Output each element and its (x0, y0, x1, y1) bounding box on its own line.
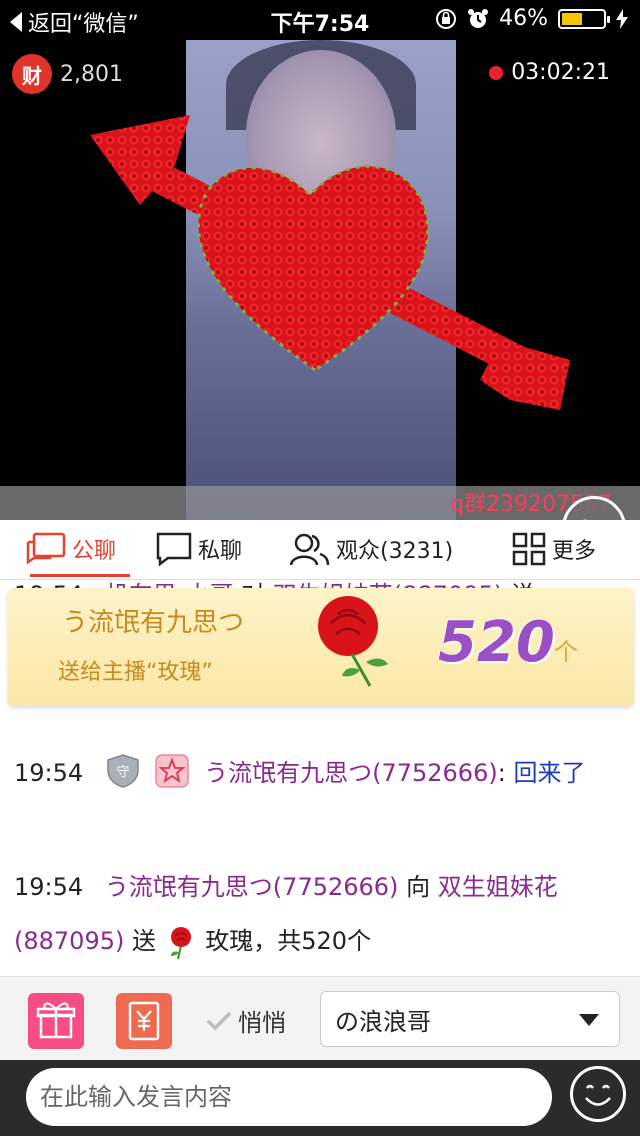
tab-more-label: 更多 (552, 539, 597, 564)
live-video-area: 返回“微信” 下午7:54 46% 财 2,801 03:02:21 q群239… (0, 0, 640, 520)
recipient-selected: の浪浪哥 (335, 1007, 431, 1036)
public-chat-icon (26, 532, 66, 565)
message-input-bar (0, 1060, 640, 1136)
chat-message: 19:54 う流氓有九思つ(7752666) 向 双生姐妹花(887095) 送… (14, 860, 620, 968)
battery-percent: 46% (499, 6, 548, 31)
orientation-lock-icon (436, 8, 457, 29)
tab-audience[interactable]: 观众(3231) (290, 532, 453, 566)
fortune-counter[interactable]: 财 2,801 (12, 54, 123, 94)
red-packet-yuan-icon (128, 1001, 160, 1041)
recording-time: 03:02:21 (511, 60, 610, 85)
bottom-controls: 悄悄 の浪浪哥 (0, 976, 640, 1060)
message-colon: : (497, 759, 506, 787)
message-input[interactable] (26, 1068, 552, 1126)
charging-bolt-icon (616, 8, 628, 29)
whisper-label: 悄悄 (238, 1009, 286, 1037)
grid-icon (512, 532, 546, 566)
guardian-shield-icon: 守 (107, 754, 139, 788)
tab-public-chat-label: 公聊 (72, 539, 117, 564)
live-duration: 03:02:21 (489, 60, 610, 85)
recording-dot-icon (489, 65, 504, 80)
tab-private-chat-label: 私聊 (198, 539, 243, 564)
gift-box-icon (36, 1002, 76, 1039)
private-chat-icon (156, 532, 192, 566)
tab-private-chat[interactable]: 私聊 (156, 532, 242, 566)
tab-audience-label: 观众(3231) (336, 539, 454, 564)
gift-action: 送给主播“玫瑰” (58, 660, 213, 685)
active-tab-indicator (30, 574, 130, 577)
vip-star-icon (155, 754, 190, 788)
sender-nickname[interactable]: う流氓有九思つ(7752666) (204, 759, 498, 787)
gift-banner: う流氓有九思つ 送给主播“玫瑰” 520 个 (8, 588, 634, 706)
heart-arrow-gift-animation (90, 115, 570, 410)
fortune-badge-icon: 财 (12, 54, 52, 94)
gift-text: 玫瑰，共520个 (205, 927, 372, 955)
fortune-count: 2,801 (60, 61, 123, 87)
emoji-button[interactable] (570, 1066, 626, 1122)
message-time: 19:54 (14, 873, 84, 901)
message-verb: 送 (131, 927, 156, 955)
svg-text:守: 守 (116, 765, 129, 780)
recipient-select[interactable]: の浪浪哥 (320, 991, 620, 1047)
status-bar: 返回“微信” 下午7:54 46% (0, 0, 640, 40)
gift-sender: う流氓有九思つ (62, 608, 245, 638)
audience-icon (290, 533, 330, 566)
smiley-icon (585, 1084, 611, 1106)
message-text: 回来了 (513, 759, 586, 787)
battery-icon (558, 8, 610, 29)
status-icons: 46% (435, 6, 628, 31)
checkmark-icon (206, 1011, 232, 1030)
dropdown-arrow-icon (579, 1014, 599, 1026)
chat-message: 19:54 守 う流氓有九思つ(7752666): 回来了 (14, 746, 620, 800)
whisper-toggle[interactable]: 悄悄 (206, 1003, 286, 1038)
gift-button[interactable] (28, 993, 84, 1049)
alarm-clock-icon (468, 8, 489, 28)
gift-unit: 个 (554, 638, 578, 666)
message-time: 19:54 (14, 759, 84, 787)
qq-group-bar: q群239207507 (0, 486, 640, 520)
gift-count: 520 (438, 610, 555, 675)
message-connector: 向 (406, 873, 431, 901)
rose-icon (170, 927, 191, 960)
chat-tabs: 公聊 私聊 观众(3231) 更多 (0, 520, 640, 580)
rose-gift-icon (318, 596, 388, 687)
tab-public-chat[interactable]: 公聊 (26, 532, 116, 566)
red-packet-button[interactable] (116, 993, 172, 1049)
tab-more[interactable]: 更多 (512, 532, 596, 566)
sender-nickname[interactable]: う流氓有九思つ(7752666) (105, 873, 399, 901)
